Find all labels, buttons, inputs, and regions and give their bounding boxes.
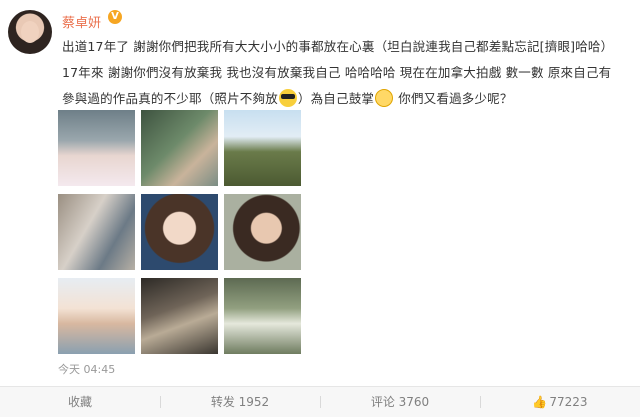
photo-thumbnail[interactable] (224, 194, 301, 270)
clap-emoji-icon (375, 89, 394, 107)
photo-thumbnail[interactable] (58, 110, 135, 186)
post-text: 出道17年了 謝謝你們把我所有大大小小的事都放在心裏（坦白說連我自己都差點忘記[… (62, 34, 634, 112)
avatar-face (21, 21, 39, 43)
post-timestamp[interactable]: 今天 04:45 (58, 361, 115, 377)
photo-thumbnail[interactable] (224, 110, 301, 186)
post-line-3c: 你們又看過多少呢？ (394, 91, 513, 106)
username[interactable]: 蔡卓妍 (62, 12, 101, 31)
post-line-1: 出道17年了 謝謝你們把我所有大大小小的事都放在心裏（坦白說連我自己都差點忘記[… (62, 39, 614, 54)
post-line-3a: 參與過的作品真的不少耶（照片不夠放 (62, 91, 278, 106)
photo-grid (58, 110, 302, 354)
post-line-3b: ）為自己鼓掌 (297, 91, 375, 106)
post-line-2: 17年來 謝謝你們沒有放棄我 我也沒有放棄我自己 哈哈哈哈 現在在加拿大拍戲 數… (62, 65, 612, 80)
cool-emoji-icon (278, 89, 297, 107)
photo-thumbnail[interactable] (58, 278, 135, 354)
post-line-3: 參與過的作品真的不少耶（照片不夠放 ）為自己鼓掌 你們又看過多少呢？ (62, 86, 634, 112)
action-bar: 收藏 转发 1952 评论 3760 👍 77223 (0, 387, 640, 417)
verified-badge-icon: V (108, 10, 122, 24)
photo-thumbnail[interactable] (141, 194, 218, 270)
avatar[interactable] (8, 10, 52, 54)
weibo-post: 蔡卓妍 V 出道17年了 謝謝你們把我所有大大小小的事都放在心裏（坦白說連我自己… (0, 0, 640, 417)
photo-thumbnail[interactable] (58, 194, 135, 270)
repost-button[interactable]: 转发 1952 (160, 387, 320, 417)
photo-thumbnail[interactable] (141, 278, 218, 354)
thumbs-up-icon: 👍 (532, 395, 548, 409)
photo-thumbnail[interactable] (224, 278, 301, 354)
like-count: 77223 (549, 395, 588, 409)
like-button[interactable]: 👍 77223 (480, 387, 640, 417)
comment-button[interactable]: 评论 3760 (320, 387, 480, 417)
photo-thumbnail[interactable] (141, 110, 218, 186)
favorite-button[interactable]: 收藏 (0, 387, 160, 417)
